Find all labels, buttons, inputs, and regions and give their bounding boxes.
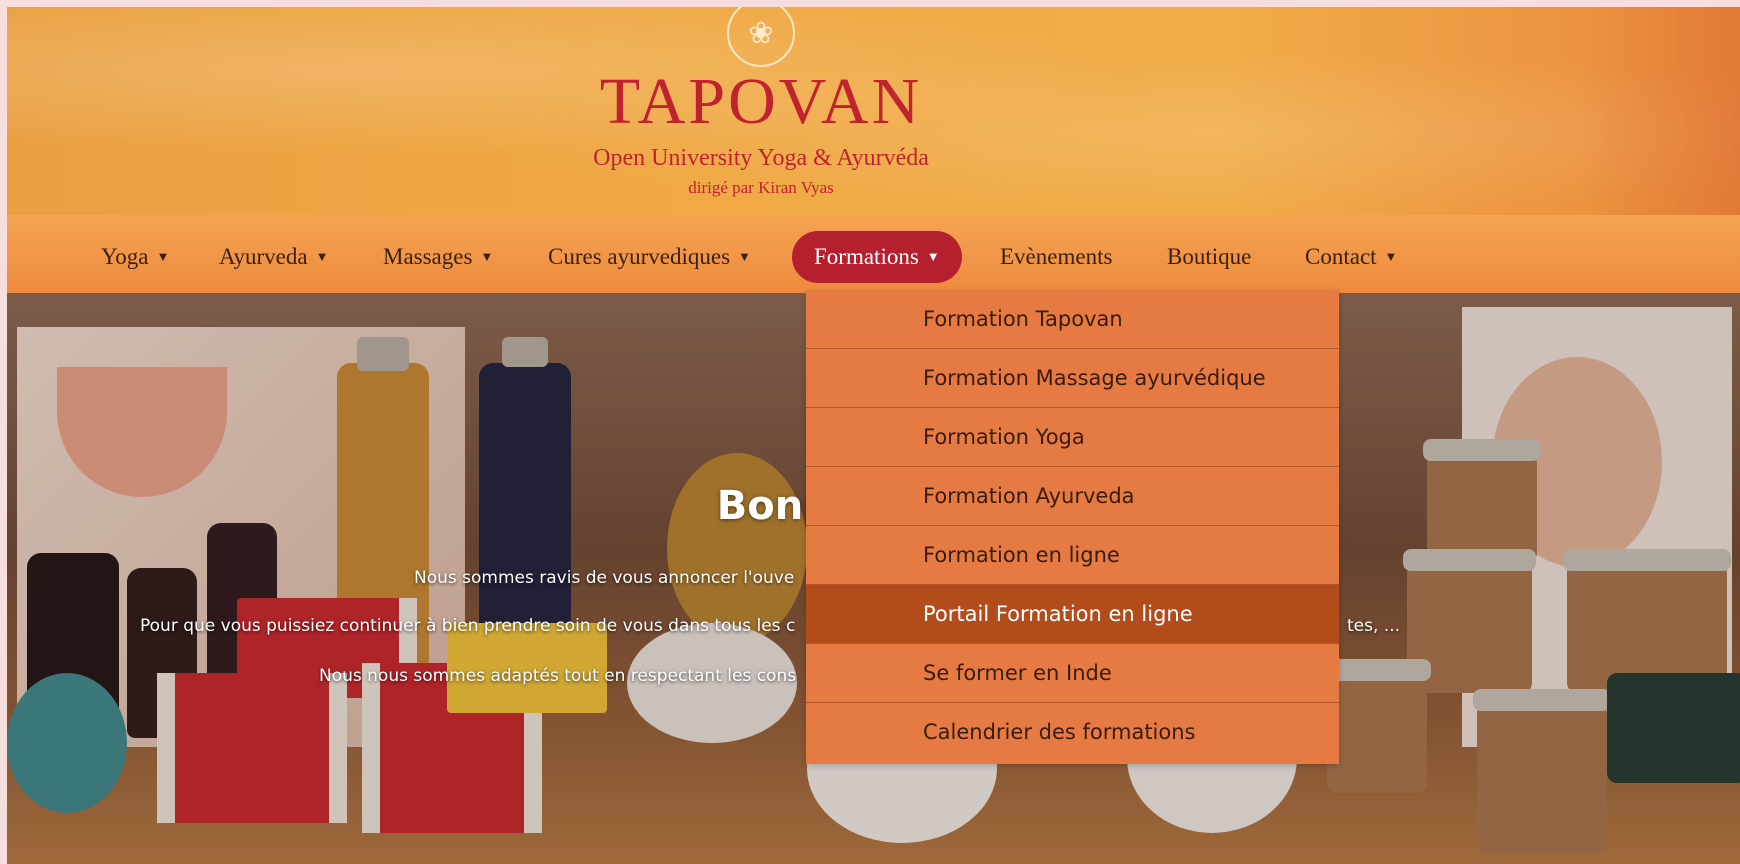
hero-text-line: Nous sommes ravis de vous annoncer l'ouv… [414,568,795,588]
caret-down-icon: ▼ [315,249,329,264]
caret-down-icon: ▼ [926,249,940,264]
site-subtitle: Open University Yoga & Ayurvéda [593,145,929,171]
menu-item-calendrier[interactable]: Calendrier des formations [806,703,1339,762]
main-nav: Yoga ▼ Ayurveda ▼ Massages ▼ Cures ayurvedi… [7,215,1740,294]
nav-label: Cures ayurvediques [548,244,731,269]
caret-down-icon: ▼ [156,249,170,264]
menu-item-formation-en-ligne[interactable]: Formation en ligne [806,526,1339,585]
nav-item-contact[interactable]: Contact ▼ [1305,231,1397,283]
nav-item-boutique[interactable]: Boutique [1167,231,1251,283]
menu-item-formation-massage[interactable]: Formation Massage ayurvédique [806,349,1339,408]
menu-item-se-former-inde[interactable]: Se former en Inde [806,644,1339,703]
nav-label: Contact [1305,244,1377,269]
hero-text-line: tes, ... [1347,616,1401,636]
nav-item-cures[interactable]: Cures ayurvediques ▼ [548,231,751,283]
nav-item-massages[interactable]: Massages ▼ [383,231,493,283]
caret-down-icon: ▼ [738,249,751,264]
lotus-logo-icon[interactable]: ❀ [727,7,795,67]
nav-label: Formations [814,244,919,269]
nav-label: Evènements [1000,244,1113,269]
site-header: ❀ TAPOVAN Open University Yoga & Ayurvéd… [7,7,1740,215]
caret-down-icon: ▼ [480,249,494,264]
nav-item-formations[interactable]: Formations ▼ [792,231,962,283]
menu-item-formation-ayurveda[interactable]: Formation Ayurveda [806,467,1339,526]
hero-text-line: Nous nous sommes adaptés tout en respect… [319,666,797,686]
site-title[interactable]: TAPOVAN [7,69,1515,135]
menu-item-formation-yoga[interactable]: Formation Yoga [806,408,1339,467]
hero-text-line: Pour que vous puissiez continuer à bien … [140,616,796,636]
nav-item-yoga[interactable]: Yoga ▼ [101,231,169,283]
menu-item-formation-tapovan[interactable]: Formation Tapovan [806,290,1339,349]
nav-item-evenements[interactable]: Evènements [1000,231,1112,283]
nav-label: Massages [383,244,473,269]
site-tagline: dirigé par Kiran Vyas [688,178,834,197]
nav-label: Boutique [1167,244,1252,269]
caret-down-icon: ▼ [1384,249,1398,264]
nav-label: Ayurveda [219,244,308,269]
formations-dropdown-menu: Formation Tapovan Formation Massage ayur… [806,290,1339,764]
nav-label: Yoga [101,244,149,269]
page-frame: ❀ TAPOVAN Open University Yoga & Ayurvéd… [7,7,1740,864]
nav-item-ayurveda[interactable]: Ayurveda ▼ [219,231,328,283]
menu-item-portail-formation[interactable]: Portail Formation en ligne [806,585,1339,644]
